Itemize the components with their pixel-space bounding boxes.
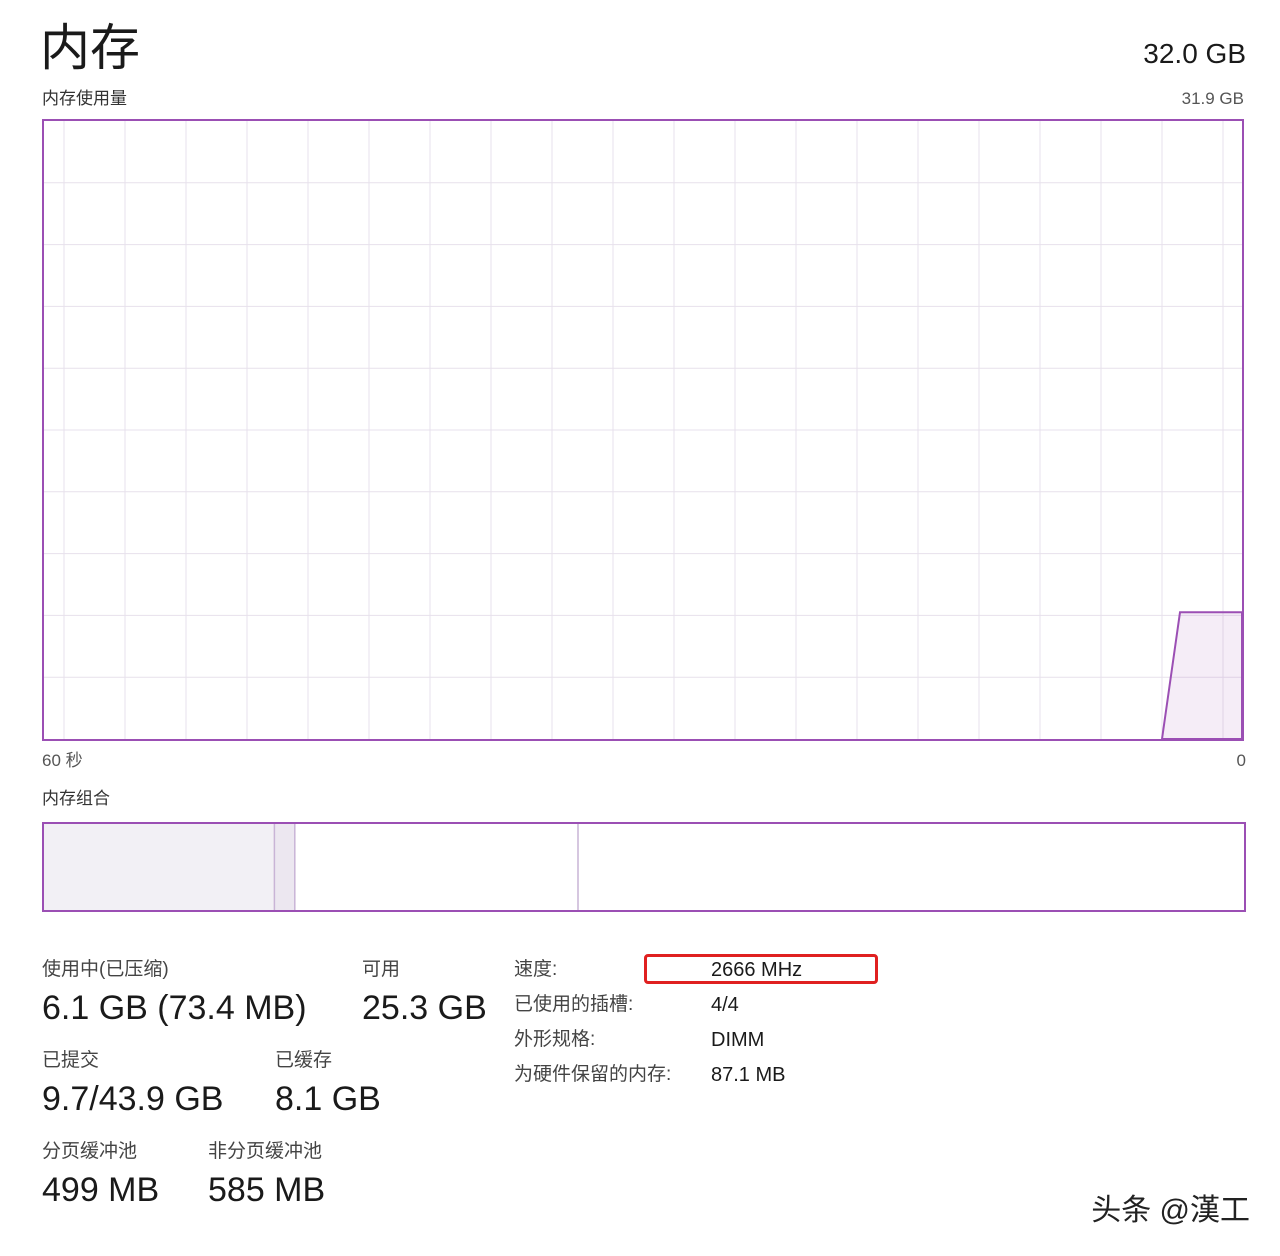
committed-value: 9.7/43.9 GB (42, 1080, 224, 1118)
composition-in-use (44, 824, 275, 910)
composition-canvas (44, 824, 579, 910)
speed-label: 速度: (514, 959, 558, 980)
slots-used-label: 已使用的插槽: (514, 994, 634, 1015)
speed-value: 2666 MHz (711, 959, 803, 981)
page-title: 内存 (40, 20, 140, 76)
graph-time-end: 0 (1236, 751, 1246, 770)
usage-graph-canvas (44, 121, 1242, 739)
in-use-label: 使用中(已压缩) (42, 959, 169, 980)
paged-pool-value: 499 MB (42, 1171, 160, 1209)
composition-label: 内存组合 (42, 789, 110, 808)
nonpaged-pool-label: 非分页缓冲池 (208, 1141, 323, 1162)
committed-label: 已提交 (42, 1050, 100, 1071)
watermark-text: 头条 @漢工 (1091, 1194, 1250, 1227)
nonpaged-pool-value: 585 MB (208, 1171, 326, 1209)
cached-label: 已缓存 (275, 1050, 333, 1071)
form-factor-value: DIMM (711, 1029, 765, 1051)
usage-graph-max: 31.9 GB (1181, 89, 1244, 108)
memory-composition-bar (42, 822, 1246, 912)
available-value: 25.3 GB (362, 989, 487, 1027)
composition-modified (274, 824, 295, 910)
available-label: 可用 (362, 959, 401, 980)
hardware-reserved-label: 为硬件保留的内存: (514, 1064, 672, 1085)
memory-usage-graph (42, 119, 1244, 741)
usage-area (1160, 611, 1242, 739)
in-use-value: 6.1 GB (73.4 MB) (42, 989, 307, 1027)
form-factor-label: 外形规格: (514, 1029, 596, 1050)
hardware-reserved-value: 87.1 MB (711, 1064, 786, 1086)
total-memory: 32.0 GB (1143, 38, 1246, 69)
slots-used-value: 4/4 (711, 994, 739, 1016)
graph-time-start: 60 秒 (42, 751, 83, 770)
paged-pool-label: 分页缓冲池 (42, 1141, 138, 1162)
usage-graph-label: 内存使用量 (42, 89, 127, 108)
cached-value: 8.1 GB (275, 1080, 381, 1118)
